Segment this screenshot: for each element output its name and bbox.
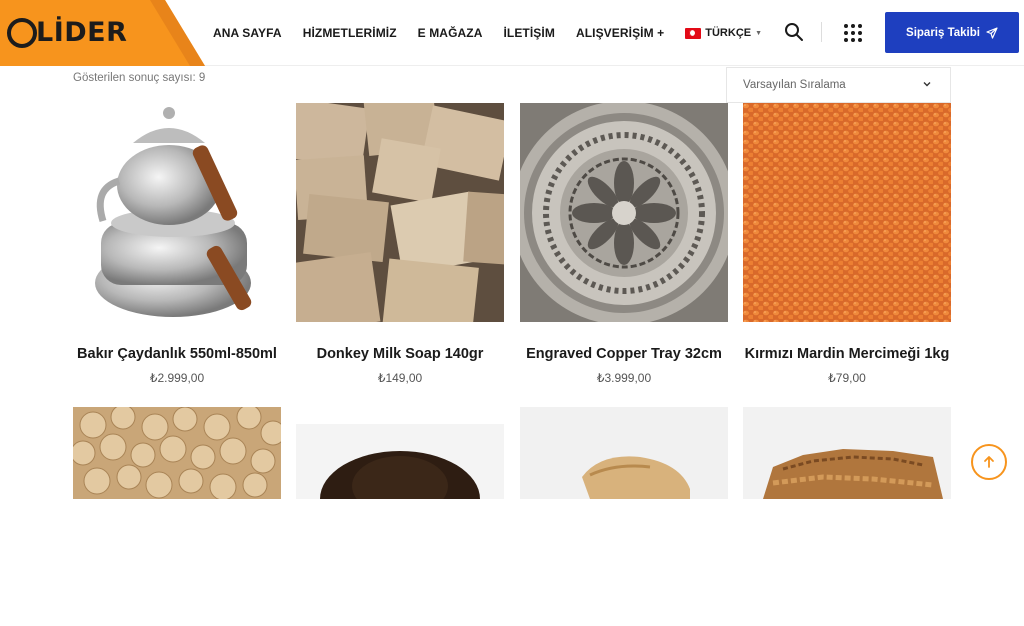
language-switcher[interactable]: TÜRKÇE ▼ bbox=[685, 27, 762, 39]
product-price: ₺3.999,00 bbox=[596, 371, 652, 385]
nav-item-shopping[interactable]: ALIŞVERİŞİM + bbox=[576, 26, 664, 40]
site-header: LİDER ANA SAYFA HİZMETLERİMİZ E MAĞAZA İ… bbox=[0, 0, 1024, 66]
send-icon bbox=[986, 26, 998, 39]
product-card[interactable] bbox=[520, 407, 728, 626]
language-label: TÜRKÇE bbox=[705, 27, 752, 39]
product-image[interactable] bbox=[520, 103, 728, 322]
product-image[interactable] bbox=[743, 407, 951, 626]
product-name[interactable]: Kırmızı Mardin Mercimeği 1kg bbox=[723, 346, 971, 362]
sort-selected-value: Varsayılan Sıralama bbox=[743, 79, 846, 91]
logo-text: LİDER bbox=[36, 17, 128, 48]
product-name[interactable]: Bakır Çaydanlık 550ml-850ml bbox=[53, 346, 301, 362]
logo-truck-icon bbox=[7, 18, 37, 48]
scroll-to-top-button[interactable] bbox=[971, 444, 1007, 480]
chevron-down-icon: ▼ bbox=[755, 29, 763, 37]
chevron-down-icon bbox=[923, 82, 931, 87]
product-image[interactable] bbox=[743, 103, 951, 322]
search-icon[interactable] bbox=[784, 22, 804, 42]
product-price: ₺2.999,00 bbox=[149, 371, 205, 385]
product-name[interactable]: Donkey Milk Soap 140gr bbox=[276, 346, 524, 362]
product-card[interactable]: Bakır Çaydanlık 550ml-850ml ₺2.999,00 bbox=[73, 103, 281, 385]
product-card[interactable] bbox=[743, 407, 951, 626]
product-card[interactable] bbox=[73, 407, 281, 626]
product-price: ₺149,00 bbox=[377, 371, 423, 385]
order-tracking-button[interactable]: Sipariş Takibi bbox=[885, 12, 1019, 53]
product-name[interactable]: Engraved Copper Tray 32cm bbox=[500, 346, 748, 362]
arrow-up-icon bbox=[984, 456, 994, 468]
header-divider bbox=[821, 22, 822, 42]
product-card[interactable] bbox=[296, 424, 504, 499]
product-image[interactable] bbox=[520, 407, 728, 626]
nav-item-home[interactable]: ANA SAYFA bbox=[213, 26, 282, 40]
nav-item-contact[interactable]: İLETİŞİM bbox=[503, 26, 554, 40]
product-image[interactable] bbox=[296, 103, 504, 322]
product-image[interactable] bbox=[73, 407, 281, 626]
sort-select[interactable]: Varsayılan Sıralama bbox=[726, 67, 951, 103]
result-count: Gösterilen sonuç sayısı: 9 bbox=[73, 72, 206, 84]
product-image[interactable] bbox=[296, 424, 504, 499]
product-card[interactable]: Kırmızı Mardin Mercimeği 1kg ₺79,00 bbox=[743, 103, 951, 385]
turkey-flag-icon bbox=[685, 27, 702, 39]
nav-item-store[interactable]: E MAĞAZA bbox=[418, 26, 483, 40]
product-card[interactable]: Engraved Copper Tray 32cm ₺3.999,00 bbox=[520, 103, 728, 385]
product-price: ₺79,00 bbox=[828, 371, 866, 385]
main-nav: ANA SAYFA HİZMETLERİMİZ E MAĞAZA İLETİŞİ… bbox=[213, 0, 762, 66]
product-image[interactable] bbox=[73, 103, 281, 322]
product-card[interactable]: Donkey Milk Soap 140gr ₺149,00 bbox=[296, 103, 504, 385]
order-tracking-label: Sipariş Takibi bbox=[906, 26, 980, 39]
apps-grid-icon[interactable] bbox=[844, 24, 862, 42]
site-logo[interactable]: LİDER bbox=[0, 0, 205, 66]
nav-item-services[interactable]: HİZMETLERİMİZ bbox=[303, 26, 397, 40]
